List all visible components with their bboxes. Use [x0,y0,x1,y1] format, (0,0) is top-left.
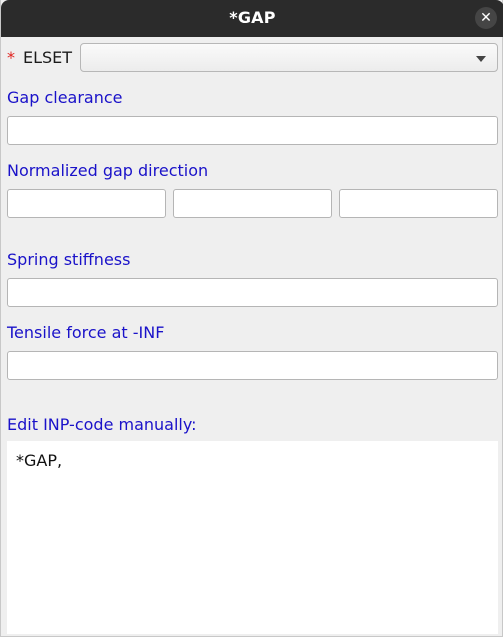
gap-clearance-label: Gap clearance [7,88,123,107]
tensile-force-input[interactable] [7,351,498,380]
gap-dialog: *GAP ✕ * ELSET Gap clearance Normalized … [0,0,503,637]
gap-clearance-input[interactable] [7,116,498,145]
inp-code-label: Edit INP-code manually: [7,415,197,434]
gap-direction-z-input[interactable] [339,189,498,218]
elset-label: ELSET [23,48,73,67]
spring-stiffness-label: Spring stiffness [7,250,131,269]
elset-dropdown[interactable] [80,43,498,72]
required-marker: * [7,48,15,67]
close-icon: ✕ [480,10,492,26]
title-bar[interactable]: *GAP ✕ [1,0,503,37]
spring-stiffness-input[interactable] [7,278,498,307]
gap-direction-x-input[interactable] [7,189,166,218]
gap-direction-y-input[interactable] [173,189,332,218]
inp-code-editor[interactable]: *GAP, [7,441,498,634]
gap-direction-label: Normalized gap direction [7,161,209,180]
chevron-down-icon[interactable] [476,56,486,62]
tensile-force-label: Tensile force at -INF [7,323,165,342]
dialog-title: *GAP [229,8,276,27]
close-button[interactable]: ✕ [475,7,497,29]
